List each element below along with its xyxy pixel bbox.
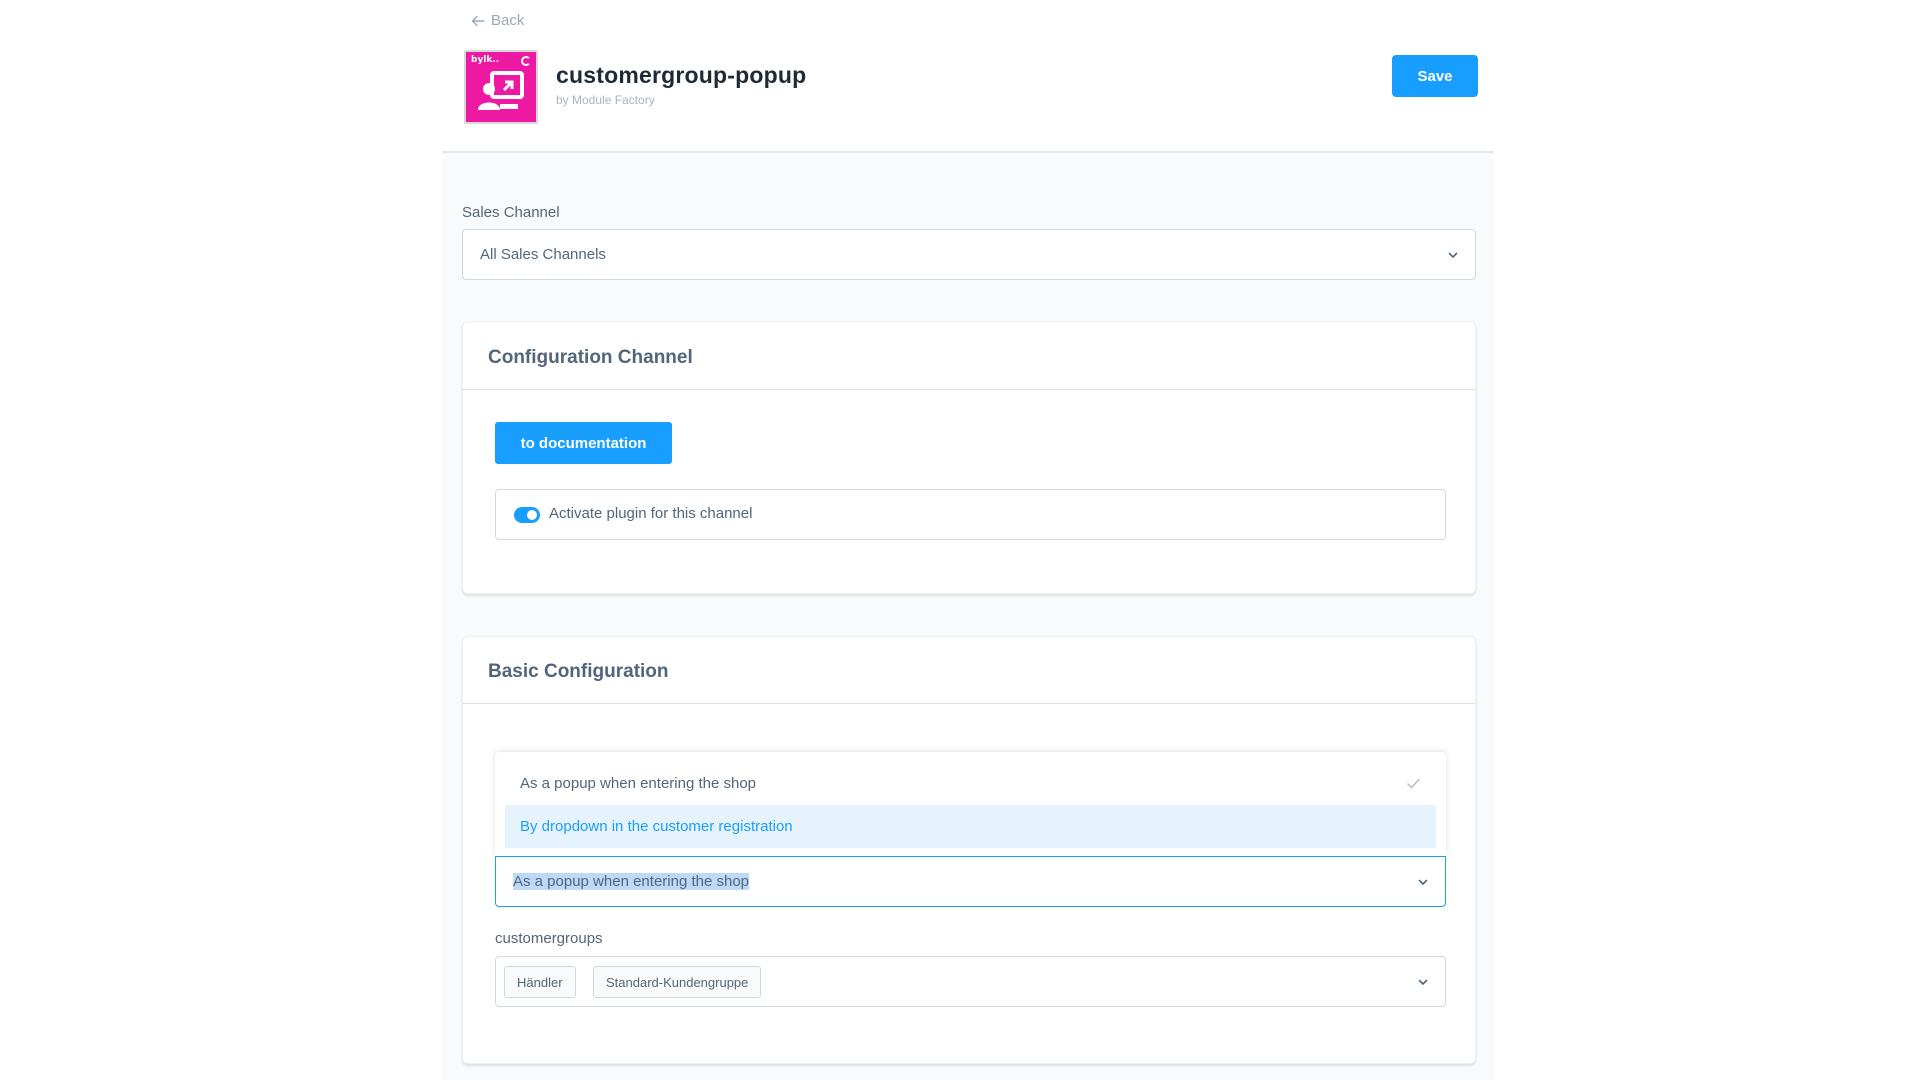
activate-plugin-label: Activate plugin for this channel [549,505,753,522]
display-mode-dropdown: As a popup when entering the shop By dro… [495,752,1446,856]
sales-channel-label: Sales Channel [462,204,560,221]
back-label: Back [491,12,525,29]
card-divider [463,389,1475,390]
plugin-config-page: Back bylk.. customergroup-popup by Modul… [442,0,1494,1080]
sales-channel-value: All Sales Channels [480,246,606,263]
customergroups-multiselect[interactable]: Händler Standard-Kundengruppe [495,956,1446,1007]
customergroup-tag[interactable]: Händler [504,966,576,998]
card-title: Configuration Channel [488,347,693,368]
activate-plugin-toggle[interactable] [514,507,540,523]
check-icon [1407,778,1420,789]
plugin-brand-text: bylk.. [471,55,500,65]
plugin-author: by Module Factory [556,93,655,107]
dropdown-option[interactable]: As a popup when entering the shop [505,762,1436,805]
activate-plugin-field: Activate plugin for this channel [495,489,1446,540]
card-divider [463,703,1475,704]
documentation-button[interactable]: to documentation [495,422,672,464]
chevron-down-icon [1418,979,1428,985]
config-content: Sales Channel All Sales Channels Configu… [442,153,1494,1080]
sales-channel-select[interactable]: All Sales Channels [462,229,1476,280]
customergroup-tag[interactable]: Standard-Kundengruppe [593,966,762,998]
customergroups-label: customergroups [495,930,603,947]
dropdown-option[interactable]: By dropdown in the customer registration [505,805,1436,848]
back-link[interactable]: Back [471,12,524,29]
plugin-title: customergroup-popup [556,62,807,88]
configuration-channel-card: Configuration Channel to documentation A… [462,321,1476,594]
plugin-logo: bylk.. [464,50,538,124]
option-label: By dropdown in the customer registration [520,818,793,835]
option-label: As a popup when entering the shop [520,775,757,792]
basic-configuration-card: Basic Configuration As a popup when ente… [462,636,1476,1064]
display-mode-select[interactable]: As a popup when entering the shop [495,856,1446,907]
arrow-left-icon [471,15,485,26]
brand-ring-icon [521,56,531,66]
chevron-down-icon [1448,252,1458,258]
display-mode-value: As a popup when entering the shop [513,873,750,890]
page-header: Back bylk.. customergroup-popup by Modul… [442,0,1494,153]
chevron-down-icon [1418,879,1428,885]
card-title: Basic Configuration [488,661,669,682]
save-button[interactable]: Save [1392,55,1478,97]
customer-popup-icon [478,71,524,110]
